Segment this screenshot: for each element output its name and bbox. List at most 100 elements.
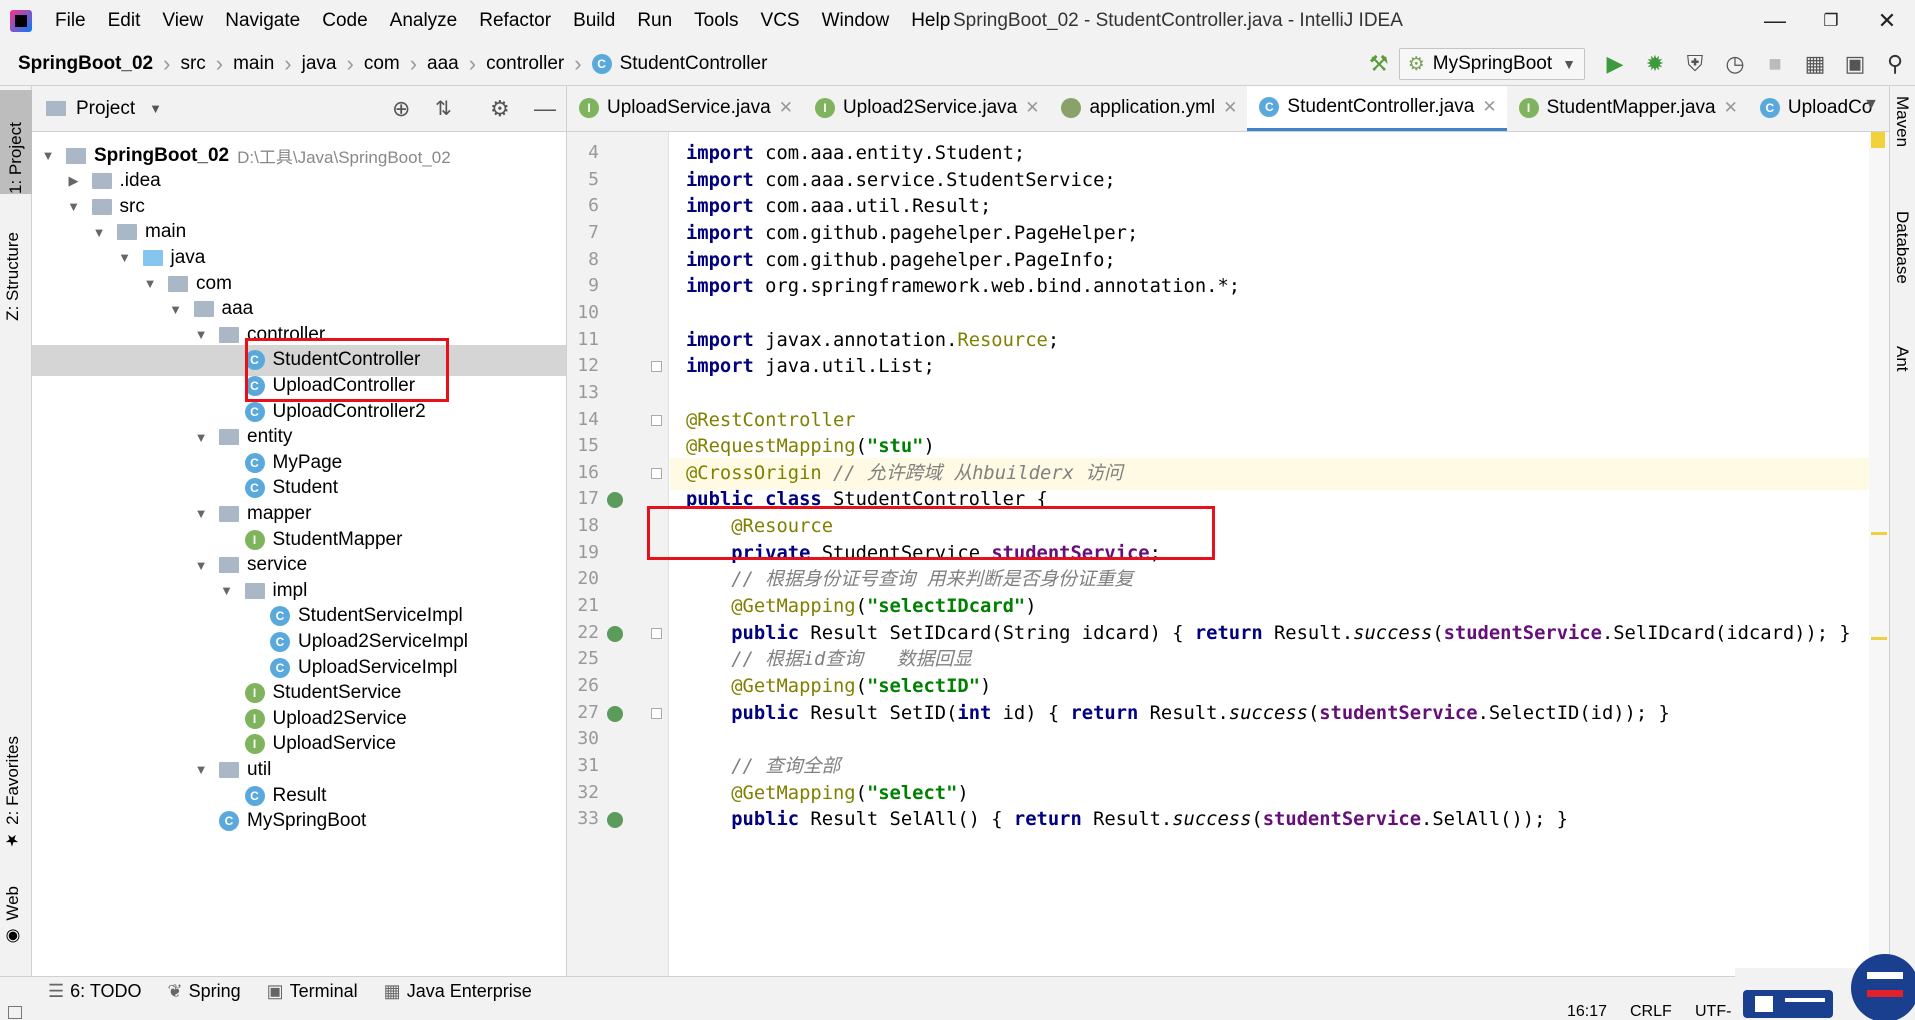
tab-ant[interactable]: Ant (1892, 346, 1912, 372)
editor-scrollbar[interactable] (1869, 132, 1889, 976)
menu-item-navigate[interactable]: Navigate (214, 0, 311, 42)
hide-panel-icon[interactable]: — (534, 96, 556, 122)
bottom-tool-java-enterprise[interactable]: ▦ Java Enterprise (384, 981, 532, 1002)
tab-favorites[interactable]: ★ 2: Favorites (3, 736, 23, 850)
tab-project[interactable]: 1: Project (0, 90, 32, 194)
breadcrumb-separator-icon: › (468, 50, 477, 76)
tab-studentcontroller-java[interactable]: C StudentController.java ✕ (1247, 86, 1507, 131)
menu-item-build[interactable]: Build (562, 0, 626, 42)
run-icon[interactable]: ▶ (1595, 42, 1635, 86)
presentation-icon[interactable]: ▣ (1835, 42, 1875, 86)
code-token: @GetMapping (731, 596, 856, 618)
project-panel-title[interactable]: Project (76, 98, 135, 120)
line-separator[interactable]: CRLF (1630, 1003, 1672, 1020)
project-structure-icon[interactable]: ▦ (1795, 42, 1835, 86)
fold-marker-icon[interactable] (651, 707, 662, 719)
run-config-select[interactable]: ⚙ MySpringBoot ▼ (1398, 48, 1585, 80)
menu-item-view[interactable]: View (151, 0, 214, 42)
chevron-down-icon[interactable]: ▼ (193, 558, 209, 573)
coverage-icon[interactable]: ⛨ (1675, 42, 1715, 86)
tab-structure[interactable]: Z: Structure (3, 232, 23, 321)
menu-item-window[interactable]: Window (811, 0, 901, 42)
chevron-down-icon[interactable]: ▼ (117, 250, 133, 265)
chevron-down-icon[interactable]: ▼ (193, 430, 209, 445)
cursor-position[interactable]: 16:17 (1567, 1003, 1607, 1020)
code-line[interactable]: public Result SelAll() { return Result.s… (670, 804, 1869, 836)
tab-web[interactable]: ◉ Web (3, 886, 23, 947)
menu-item-vcs[interactable]: VCS (750, 0, 811, 42)
breadcrumb-item[interactable]: src (180, 53, 205, 75)
tab-maven[interactable]: Maven (1892, 96, 1912, 147)
tab-label: StudentMapper.java (1546, 97, 1716, 118)
breadcrumb-item[interactable]: StudentController (620, 53, 768, 75)
close-icon[interactable]: ✕ (1859, 0, 1915, 42)
gear-icon[interactable]: ⚙ (490, 96, 510, 122)
file-encoding[interactable]: UTF- (1695, 1003, 1731, 1020)
bottom-tool-6-todo[interactable]: ☰ 6: TODO (48, 981, 142, 1002)
close-tab-icon[interactable]: ✕ (1724, 98, 1738, 118)
bottom-tool-spring[interactable]: ❦ Spring (168, 981, 241, 1002)
close-tab-icon[interactable]: ✕ (779, 98, 793, 118)
chevron-right-icon[interactable]: ▶ (66, 173, 82, 189)
menu-item-code[interactable]: Code (311, 0, 378, 42)
chevron-down-icon[interactable]: ▼ (193, 762, 209, 777)
menu-item-tools[interactable]: Tools (683, 0, 749, 42)
collapse-all-icon[interactable]: ⇅ (435, 96, 452, 121)
chevron-down-icon[interactable]: ▼ (40, 148, 56, 163)
menu-item-run[interactable]: Run (626, 0, 683, 42)
stop-icon[interactable]: ■ (1755, 42, 1795, 86)
tab-upload2service-java[interactable]: I Upload2Service.java ✕ (803, 86, 1050, 131)
maximize-icon[interactable]: ❐ (1803, 0, 1859, 42)
menu-item-edit[interactable]: Edit (97, 0, 152, 42)
fold-marker-icon[interactable] (651, 467, 662, 479)
bottom-tool-terminal[interactable]: ▣ Terminal (267, 981, 358, 1002)
breadcrumb-item[interactable]: com (364, 53, 400, 75)
fold-marker-icon[interactable] (651, 361, 662, 373)
spring-bean-gutter-icon[interactable] (607, 812, 623, 829)
chevron-down-icon[interactable]: ▼ (66, 199, 82, 214)
breadcrumb-item[interactable]: main (233, 53, 274, 75)
breadcrumb-item[interactable]: controller (486, 53, 564, 75)
interface-icon: I (244, 529, 265, 550)
line-number: 21 (577, 595, 599, 617)
code-token: @GetMapping (731, 782, 856, 804)
close-tab-icon[interactable]: ✕ (1223, 98, 1237, 118)
chevron-down-icon[interactable]: ▼ (193, 506, 209, 521)
build-hammer-icon[interactable]: ⚒ (1359, 42, 1399, 86)
close-tab-icon[interactable]: ✕ (1482, 97, 1496, 117)
status-toggle-icon[interactable] (8, 1006, 22, 1019)
locate-icon[interactable]: ⊕ (392, 96, 410, 122)
spring-bean-gutter-icon[interactable] (607, 625, 623, 642)
menu-item-refactor[interactable]: Refactor (468, 0, 562, 42)
breadcrumb-item[interactable]: java (302, 53, 337, 75)
debug-icon[interactable]: ✹ (1635, 42, 1675, 86)
tree-item[interactable]: C MySpringBoot (32, 806, 566, 837)
breadcrumb-item[interactable]: aaa (427, 53, 459, 75)
folder-icon (219, 429, 239, 446)
close-tab-icon[interactable]: ✕ (1025, 98, 1039, 118)
tab-studentmapper-java[interactable]: I StudentMapper.java ✕ (1507, 86, 1748, 131)
search-icon[interactable]: ⚲ (1875, 42, 1915, 86)
chevron-down-icon[interactable]: ▼ (149, 101, 162, 116)
tabs-overflow-icon[interactable]: ▼ (1863, 96, 1879, 114)
menu-item-analyze[interactable]: Analyze (379, 0, 469, 42)
breadcrumb-item[interactable]: SpringBoot_02 (18, 53, 153, 75)
tab-application-yml[interactable]: application.yml ✕ (1049, 86, 1247, 131)
fold-marker-icon[interactable] (651, 414, 662, 426)
code-token: int (957, 702, 992, 724)
tab-label: UploadService.java (607, 97, 771, 118)
fold-marker-icon[interactable] (651, 627, 662, 639)
tab-uploadservice-java[interactable]: I UploadService.java ✕ (567, 86, 803, 131)
chevron-down-icon[interactable]: ▼ (219, 583, 235, 598)
profile-icon[interactable]: ◷ (1715, 42, 1755, 86)
tree-item-label: Result (272, 784, 327, 806)
chevron-down-icon[interactable]: ▼ (91, 225, 107, 240)
chevron-down-icon[interactable]: ▼ (142, 276, 158, 291)
chevron-down-icon[interactable]: ▼ (168, 302, 184, 317)
tab-database[interactable]: Database (1892, 211, 1912, 284)
menu-item-file[interactable]: File (44, 0, 97, 42)
minimize-icon[interactable]: — (1747, 0, 1803, 42)
spring-bean-gutter-icon[interactable] (607, 705, 623, 722)
spring-bean-gutter-icon[interactable] (607, 492, 623, 509)
chevron-down-icon[interactable]: ▼ (193, 327, 209, 342)
